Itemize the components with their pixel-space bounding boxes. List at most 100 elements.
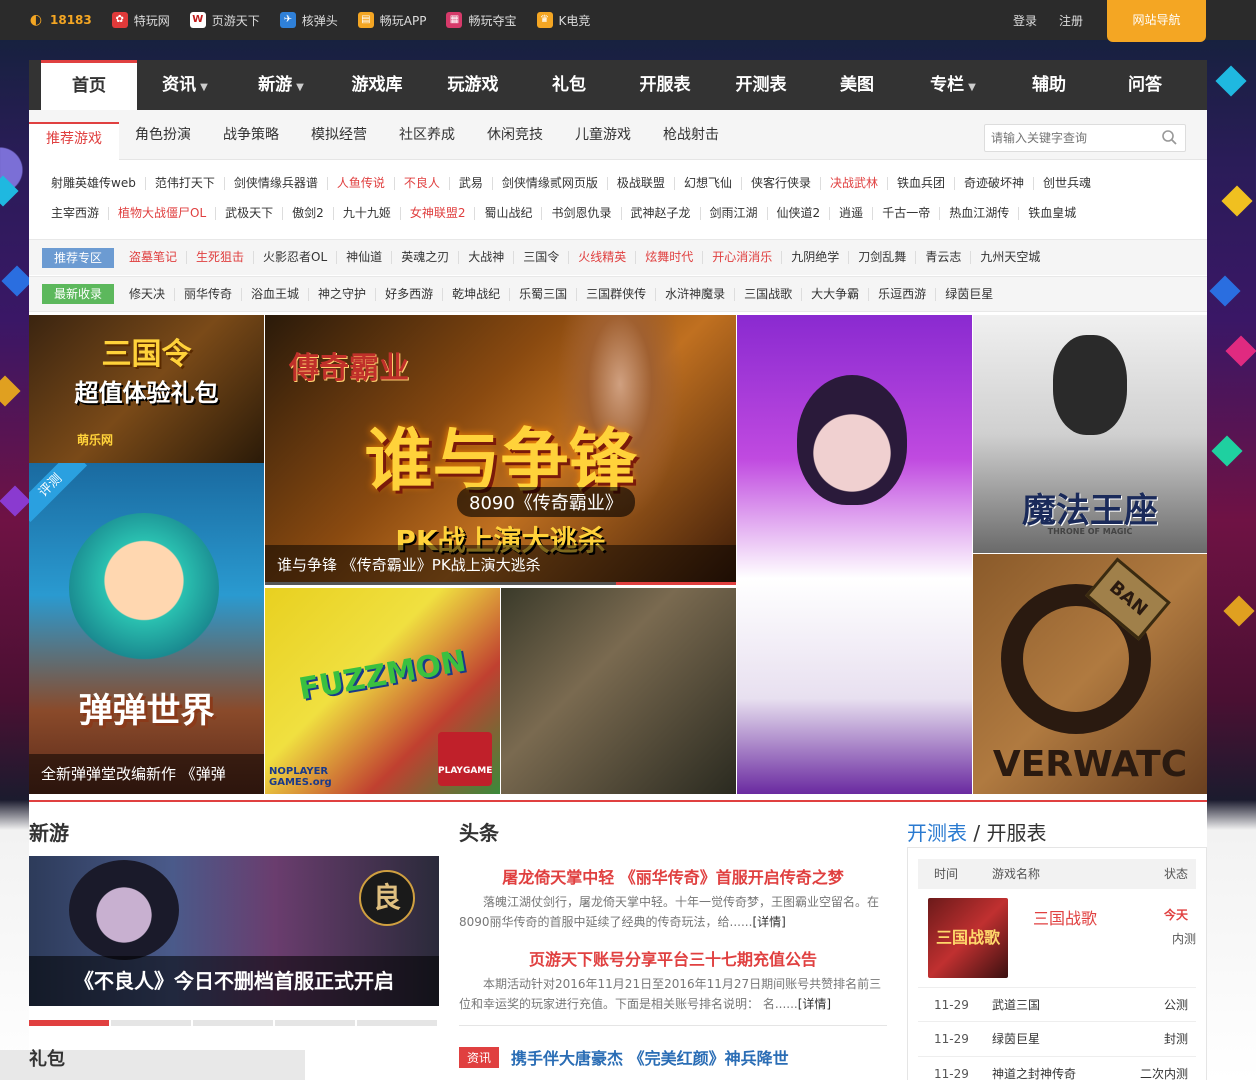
zone-link[interactable]: 大战神 <box>459 251 515 264</box>
nav-news[interactable]: 资讯 ▼ <box>137 60 233 110</box>
promo-photo-logan[interactable] <box>501 588 736 794</box>
zone-link[interactable]: 刀剑乱舞 <box>849 251 917 264</box>
nav-home[interactable]: 首页 <box>41 60 137 110</box>
recent-link[interactable]: 乐蜀三国 <box>510 287 578 301</box>
featured-game-name[interactable]: 三国战歌 <box>1033 905 1097 929</box>
nav-qa[interactable]: 问答 <box>1097 60 1193 110</box>
link-nuke[interactable]: ✈ 核弹头 <box>279 12 338 29</box>
recent-link[interactable]: 浴血王城 <box>242 287 310 301</box>
recent-link[interactable]: 神之守护 <box>309 287 377 301</box>
game-link[interactable]: 范伟打天下 <box>146 177 225 190</box>
promo-cosplay[interactable] <box>737 315 972 794</box>
game-link[interactable]: 千古一帝 <box>873 207 941 220</box>
tab-shooter[interactable]: 枪战射击 <box>663 124 719 144</box>
search-input[interactable] <box>985 125 1145 151</box>
detail-link[interactable]: [详情] <box>798 997 831 1011</box>
game-link[interactable]: 不良人 <box>395 177 450 190</box>
nav-gift[interactable]: 礼包 <box>521 60 617 110</box>
slide-dot[interactable] <box>275 1020 355 1026</box>
game-link[interactable]: 创世兵魂 <box>1034 177 1100 190</box>
game-link[interactable]: 极战联盟 <box>608 177 675 190</box>
promo-dandan[interactable]: 评测 弹弹世界 全新弹弹堂改编新作 《弹弹 <box>29 463 264 794</box>
nav-newgames[interactable]: 新游 ▼ <box>233 60 329 110</box>
login-link[interactable]: 登录 <box>1013 12 1037 29</box>
game-link[interactable]: 九十九姬 <box>334 207 401 220</box>
game-link[interactable]: 逍遥 <box>830 207 874 220</box>
news-title[interactable]: 页游天下账号分享平台三十七期充值公告 <box>459 946 887 970</box>
link-webgame[interactable]: W 页游天下 <box>189 12 260 29</box>
nav-server-list[interactable]: 开服表 <box>617 60 713 110</box>
zone-link[interactable]: 神仙道 <box>337 251 393 264</box>
game-link[interactable]: 人鱼传说 <box>328 177 395 190</box>
link-esports[interactable]: ♛ K电竞 <box>536 12 590 29</box>
tab-kids[interactable]: 儿童游戏 <box>575 124 631 144</box>
recent-link[interactable]: 三国战歌 <box>735 287 803 301</box>
nav-helper[interactable]: 辅助 <box>1001 60 1097 110</box>
schedule-row[interactable]: 11-29 武道三国 公测 <box>918 987 1196 1022</box>
game-link[interactable]: 侠客行侠录 <box>742 177 821 190</box>
site-nav-button[interactable]: 网站导航 <box>1107 0 1206 42</box>
zone-link[interactable]: 青云志 <box>916 251 972 264</box>
recent-link[interactable]: 修天决 <box>120 287 176 301</box>
main-banner[interactable]: 傳奇霸业 谁与争锋 8090《传奇霸业》 PK战上演大逃杀 谁与争锋 《传奇霸业… <box>265 315 736 585</box>
recent-link[interactable]: 水浒神魔录 <box>656 287 736 301</box>
tab-strategy[interactable]: 战争策略 <box>223 124 279 144</box>
link-tewan[interactable]: ✿ 特玩网 <box>111 12 170 29</box>
featured-game-cover[interactable]: 三国战歌 <box>928 898 1008 978</box>
link-app[interactable]: ▤ 畅玩APP <box>357 12 426 29</box>
promo-overwatch[interactable]: BAN VERWATC <box>973 554 1207 794</box>
tab-recommended[interactable]: 推荐游戏 <box>29 122 119 160</box>
schedule-row[interactable]: 11-29 绿茵巨星 封测 <box>918 1022 1196 1057</box>
game-link[interactable]: 奇迹破坏神 <box>955 177 1035 190</box>
tab-test-schedule[interactable]: 开测表 <box>907 821 967 845</box>
zone-link[interactable]: 生死狙击 <box>187 251 255 264</box>
register-link[interactable]: 注册 <box>1059 12 1083 29</box>
zone-link[interactable]: 火线精英 <box>569 251 637 264</box>
nav-gamelib[interactable]: 游戏库 <box>329 60 425 110</box>
zone-link[interactable]: 九阴绝学 <box>782 251 850 264</box>
slide-dot[interactable] <box>193 1020 273 1026</box>
game-link[interactable]: 仙侠道2 <box>768 207 831 220</box>
newgame-slide[interactable]: 良 《不良人》今日不删档首服正式开启 <box>29 856 439 1006</box>
zone-link[interactable]: 英魂之刃 <box>392 251 460 264</box>
slide-dot[interactable] <box>29 1020 109 1026</box>
zone-link[interactable]: 开心消消乐 <box>703 251 783 264</box>
game-link[interactable]: 武神赵子龙 <box>622 207 701 220</box>
schedule-row[interactable]: 11-29 神道之封神传奇 二次内测 <box>918 1057 1196 1080</box>
zone-link[interactable]: 三国令 <box>514 251 570 264</box>
link-18183[interactable]: ◐ 18183 <box>28 12 92 28</box>
recent-link[interactable]: 好多西游 <box>376 287 444 301</box>
tab-casual[interactable]: 休闲竞技 <box>487 124 543 144</box>
recent-link[interactable]: 乾坤战纪 <box>443 287 511 301</box>
tab-simulation[interactable]: 模拟经营 <box>311 124 367 144</box>
game-link[interactable]: 蜀山战纪 <box>475 207 543 220</box>
recent-link[interactable]: 三国群侠传 <box>577 287 657 301</box>
nav-play[interactable]: 玩游戏 <box>425 60 521 110</box>
game-link[interactable]: 铁血兵团 <box>888 177 955 190</box>
game-link[interactable]: 剑侠情缘兵器谱 <box>225 177 328 190</box>
news-list-item[interactable]: 资讯 携手伴大唐豪杰 《完美红颜》神兵降世 <box>459 1045 789 1069</box>
tab-server-schedule[interactable]: 开服表 <box>986 821 1046 845</box>
news-title[interactable]: 屠龙倚天掌中轻 《丽华传奇》首服开启传奇之梦 <box>459 864 887 888</box>
game-link[interactable]: 幻想飞仙 <box>675 177 742 190</box>
game-link[interactable]: 剑侠情缘贰网页版 <box>493 177 608 190</box>
game-link[interactable]: 决战武林 <box>821 177 888 190</box>
slide-dot[interactable] <box>111 1020 191 1026</box>
detail-link[interactable]: [详情] <box>752 915 785 929</box>
game-link[interactable]: 书剑恩仇录 <box>542 207 622 220</box>
news-item-title[interactable]: 携手伴大唐豪杰 《完美红颜》神兵降世 <box>511 1045 789 1069</box>
game-link[interactable]: 射雕英雄传web <box>42 177 146 190</box>
game-link[interactable]: 剑雨江湖 <box>701 207 768 220</box>
zone-link[interactable]: 火影忍者OL <box>254 251 338 264</box>
recent-link[interactable]: 乐逗西游 <box>869 287 937 301</box>
link-treasure[interactable]: ▦ 畅玩夺宝 <box>446 12 517 29</box>
game-link[interactable]: 主宰西游 <box>42 207 110 220</box>
slide-dot[interactable] <box>357 1020 437 1026</box>
tab-rpg[interactable]: 角色扮演 <box>135 124 191 144</box>
recent-link[interactable]: 绿茵巨星 <box>936 287 1002 301</box>
game-link[interactable]: 女神联盟2 <box>401 207 476 220</box>
nav-test-list[interactable]: 开测表 <box>713 60 809 110</box>
game-link[interactable]: 热血江湖传 <box>940 207 1020 220</box>
search-icon[interactable] <box>1161 129 1177 145</box>
game-link[interactable]: 植物大战僵尸OL <box>109 207 217 220</box>
